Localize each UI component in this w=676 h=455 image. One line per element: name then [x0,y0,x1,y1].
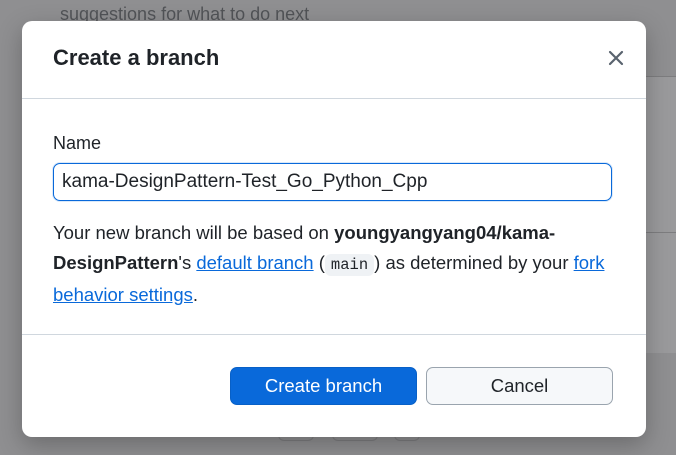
description-possessive: 's [178,252,197,273]
name-label: Name [53,133,102,153]
create-branch-button[interactable]: Create branch [230,367,417,405]
description-open-paren: ( [313,252,325,273]
branch-description: Your new branch will be based on youngya… [53,218,623,310]
close-icon [604,50,628,74]
branch-code: main [324,254,375,276]
description-close-paren: ) as determined by your [374,252,574,273]
dialog-header: Create a branch [22,21,646,99]
description-suffix: . [192,284,199,305]
dialog-title: Create a branch [53,45,220,70]
branch-name-input[interactable] [53,163,612,201]
create-branch-dialog: Create a branch Name Your new branch wil… [22,21,646,437]
dialog-body: Name Your new branch will be based on yo… [22,99,646,334]
cancel-button[interactable]: Cancel [426,367,613,405]
dialog-footer: Create branch Cancel [22,334,646,437]
default-branch-link[interactable]: default branch [196,252,313,273]
description-prefix: Your new branch will be based on [53,222,335,243]
close-button[interactable] [604,46,628,70]
